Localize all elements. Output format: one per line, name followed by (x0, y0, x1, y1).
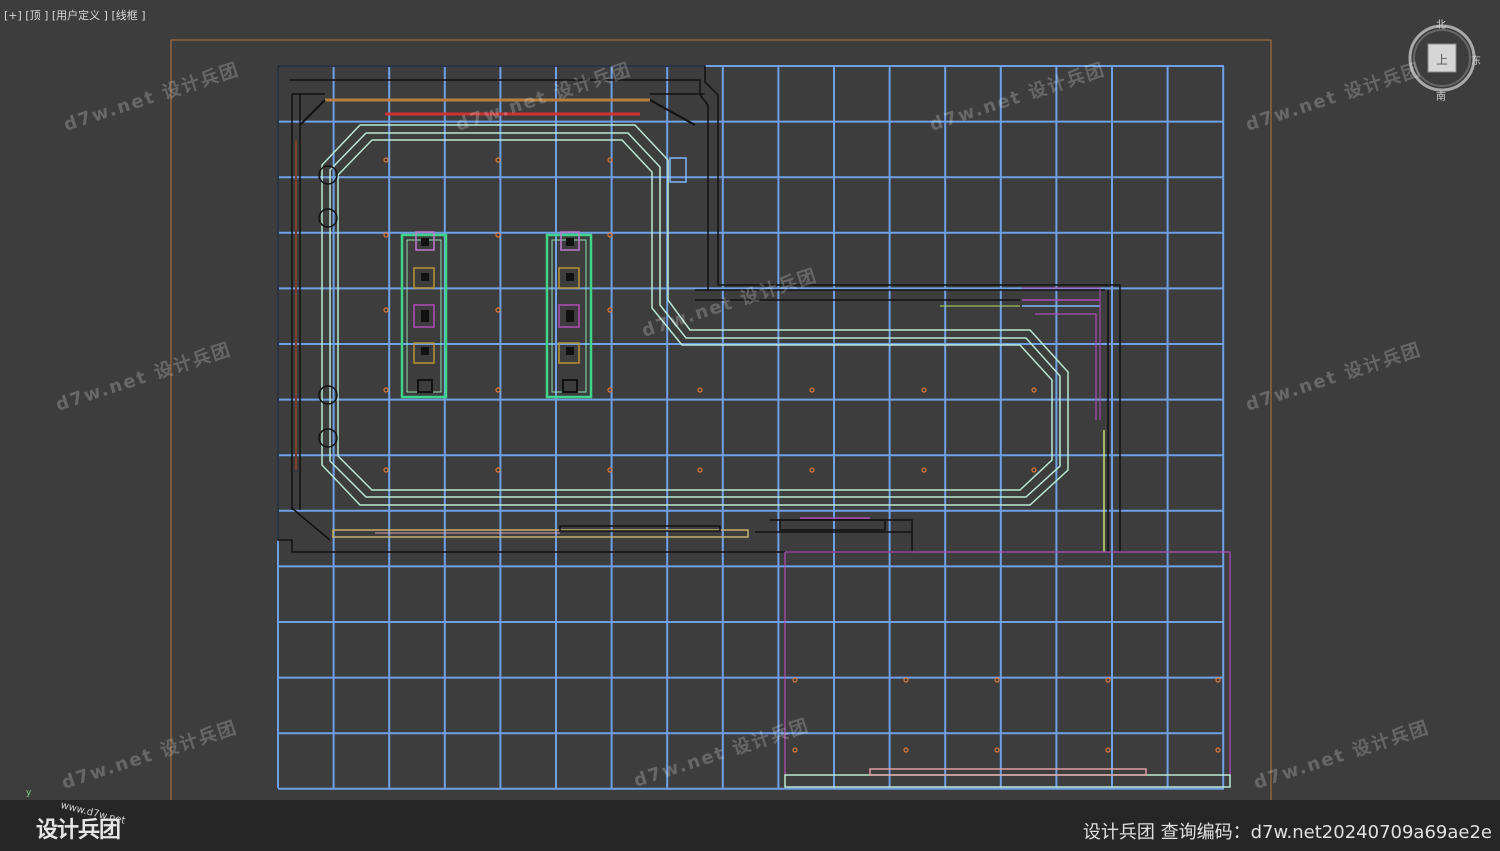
downlight (994, 677, 1000, 683)
downlight (607, 387, 613, 393)
viewcube-east-label: 东 (1471, 56, 1481, 67)
light-box-left (400, 231, 448, 399)
downlight (1105, 747, 1111, 753)
downlight (921, 387, 927, 393)
downlight (1031, 467, 1037, 473)
logo-text: 设计兵团 (36, 818, 121, 843)
wireframe-drawing[interactable] (0, 0, 1500, 851)
axis-y-label: y (26, 788, 32, 798)
query-code-text: 设计兵团 查询编码：d7w.net20240709a69ae2e (1082, 822, 1492, 843)
viewcube-face-label[interactable]: 上 (1436, 51, 1448, 68)
grid-plane (277, 65, 1225, 790)
downlight (903, 747, 909, 753)
downlight (383, 157, 389, 163)
walls (277, 65, 1121, 553)
downlight (809, 387, 815, 393)
downlight (921, 467, 927, 473)
light-box-right (545, 231, 593, 399)
viewcube-south-label: 南 (1436, 92, 1446, 103)
downlight (383, 387, 389, 393)
downlight (809, 467, 815, 473)
downlight (994, 747, 1000, 753)
downlight (383, 307, 389, 313)
lower-room (784, 551, 1231, 788)
downlight (792, 677, 798, 683)
viewport-canvas[interactable]: 北 东 南 上 [+] [顶 ] [用户定义 ] [线框 ] d7w.net 设… (0, 0, 1500, 851)
viewcube-north-label: 北 (1436, 20, 1446, 31)
bottom-counter (332, 517, 886, 538)
downlight (607, 307, 613, 313)
right-strip (940, 287, 1105, 552)
downlight (607, 157, 613, 163)
downlight (1215, 747, 1221, 753)
safe-frame (170, 39, 1272, 811)
vent-box (669, 157, 687, 183)
viewport-label-menu[interactable]: [+] [顶 ] [用户定义 ] [线框 ] (4, 7, 146, 23)
downlight (607, 467, 613, 473)
downlight (697, 387, 703, 393)
downlight (697, 467, 703, 473)
downlight (903, 677, 909, 683)
downlight (1105, 677, 1111, 683)
downlight (792, 747, 798, 753)
downlight (383, 467, 389, 473)
downlight (1215, 677, 1221, 683)
downlight (1031, 387, 1037, 393)
